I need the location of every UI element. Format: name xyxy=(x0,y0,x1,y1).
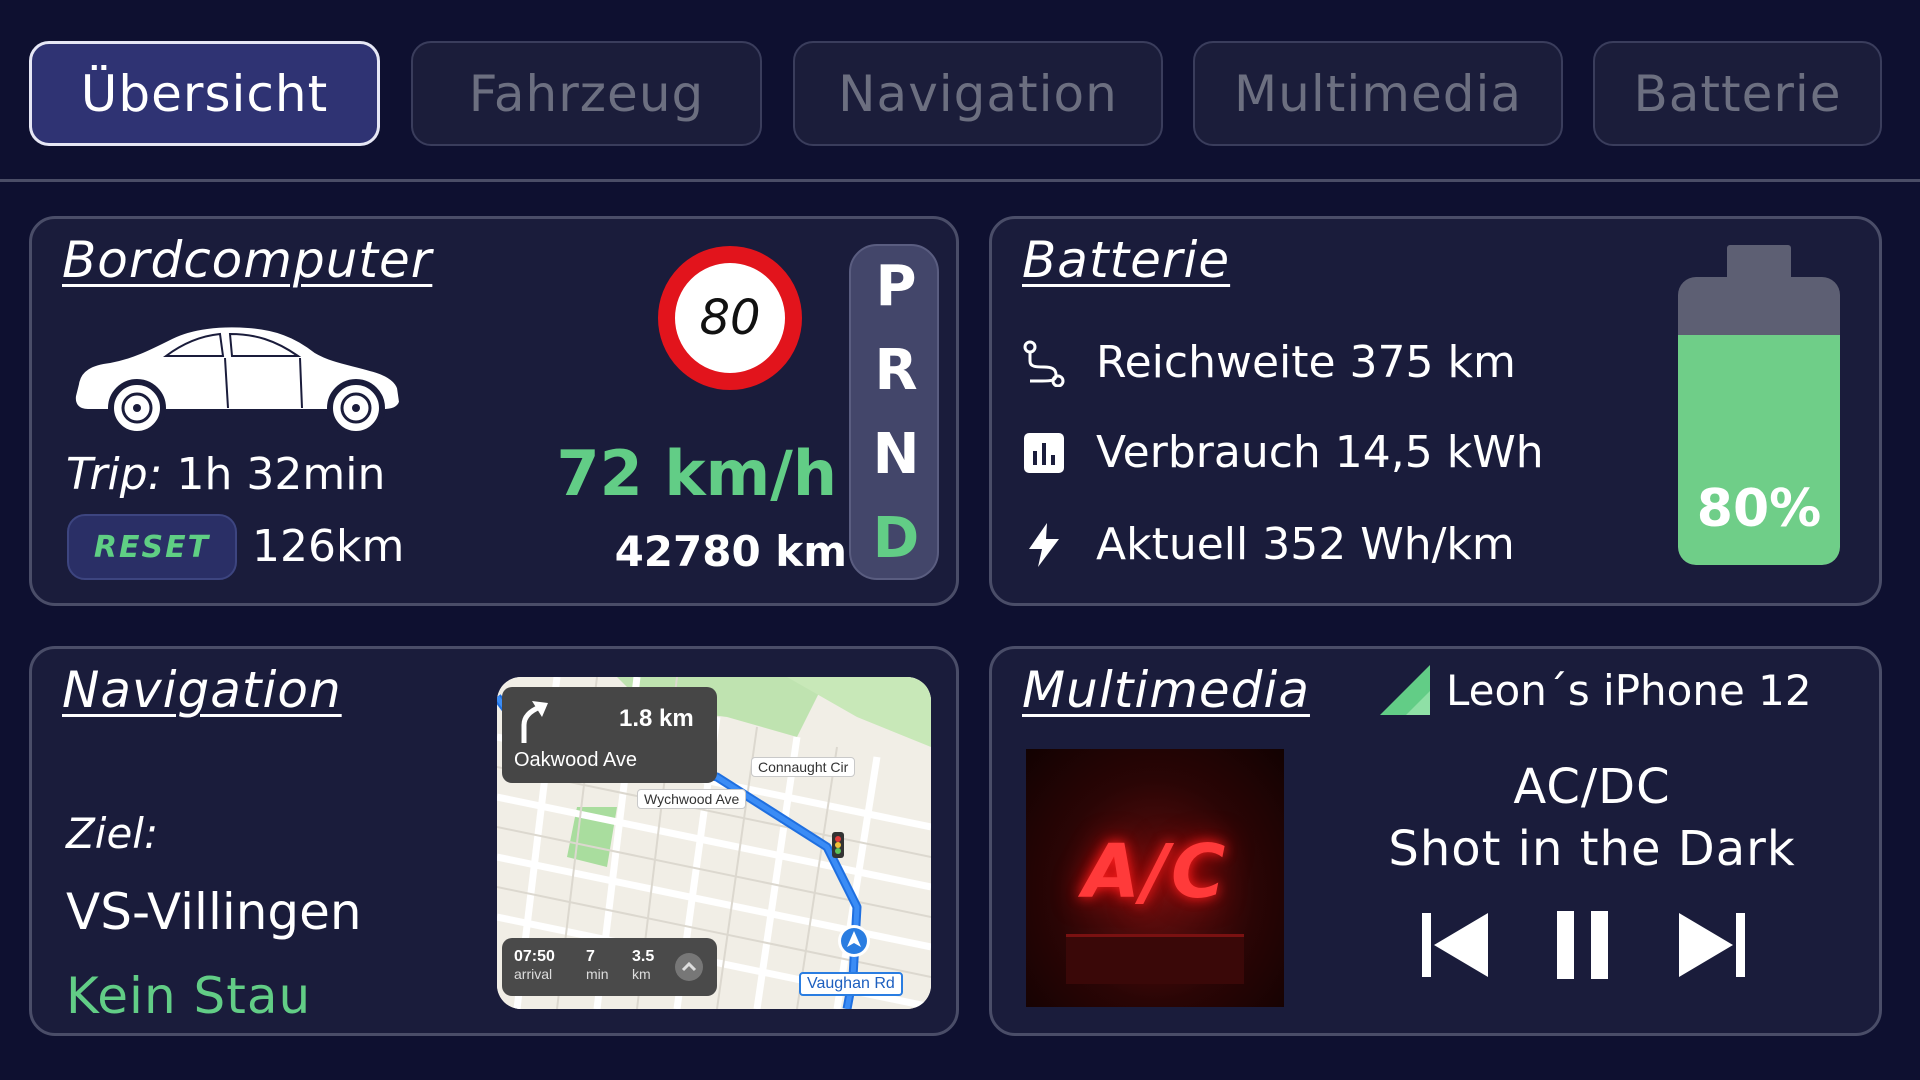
map-view[interactable]: Connaught Cir Wychwood Ave Vaughan Rd 1.… xyxy=(497,677,931,1009)
navigation-panel: Navigation Ziel: VS-Villingen Kein Stau xyxy=(29,646,959,1036)
tab-navigation[interactable]: Navigation xyxy=(793,41,1163,146)
traffic-status: Kein Stau xyxy=(66,967,312,1025)
destination-label: Ziel: xyxy=(66,809,159,858)
gear-selector: P R N D xyxy=(849,244,939,580)
range-text: Reichweite 375 km xyxy=(1096,337,1516,388)
speed-limit-sign: 80 xyxy=(658,246,802,390)
bordcomputer-title: Bordcomputer xyxy=(62,231,433,289)
tab-divider xyxy=(0,179,1920,182)
gear-d: D xyxy=(872,506,920,571)
gear-r: R xyxy=(874,338,918,403)
speed-limit-value: 80 xyxy=(699,290,761,346)
eta-minutes-unit: min xyxy=(586,966,609,982)
reset-button[interactable]: RESET xyxy=(67,514,237,580)
eta-minutes-value: 7 xyxy=(586,948,595,965)
album-cover: A/C xyxy=(1026,749,1284,1007)
battery-gauge: 80% xyxy=(1678,245,1840,565)
range-row: Reichweite 375 km xyxy=(1022,337,1516,388)
tab-uebersicht[interactable]: Übersicht xyxy=(29,41,380,146)
batterie-panel: Batterie Reichweite 375 km Verbrauch 14,… xyxy=(989,216,1882,606)
current-usage-text: Aktuell 352 Wh/km xyxy=(1096,519,1515,570)
tab-batterie[interactable]: Batterie xyxy=(1593,41,1882,146)
tab-fahrzeug[interactable]: Fahrzeug xyxy=(411,41,762,146)
connected-device[interactable]: Leon´s iPhone 12 xyxy=(1378,663,1812,717)
next-track-button[interactable] xyxy=(1677,909,1747,981)
next-icon xyxy=(1679,913,1745,977)
multimedia-panel: Multimedia Leon´s iPhone 12 A/C AC/DC Sh… xyxy=(989,646,1882,1036)
pause-icon xyxy=(1557,911,1608,979)
odometer: 42780 km xyxy=(614,527,847,576)
destination-value: VS-Villingen xyxy=(66,883,362,941)
trip-value: 1h 32min xyxy=(176,449,386,500)
tab-multimedia[interactable]: Multimedia xyxy=(1193,41,1563,146)
current-speed: 72 km/h xyxy=(556,437,837,510)
bordcomputer-panel: Bordcomputer Trip: 1h 32min RESET 126km … xyxy=(29,216,959,606)
expand-icon[interactable] xyxy=(675,953,703,981)
eta-distance-value: 3.5 xyxy=(632,948,655,965)
gear-p: P xyxy=(875,254,917,319)
consumption-text: Verbrauch 14,5 kWh xyxy=(1096,427,1544,478)
track-title: Shot in the Dark xyxy=(1388,821,1796,877)
gear-n: N xyxy=(872,422,920,487)
navigation-title: Navigation xyxy=(62,661,342,719)
chart-icon xyxy=(1022,431,1066,475)
eta-arrival-value: 07:50 xyxy=(514,948,555,965)
eta-arrival-unit: arrival xyxy=(514,966,553,982)
eta-distance-unit: km xyxy=(632,966,651,982)
map-street-label: Vaughan Rd xyxy=(799,972,903,996)
battery-cap xyxy=(1727,245,1791,279)
map-street-label: Connaught Cir xyxy=(751,757,856,777)
lightning-icon xyxy=(1022,522,1066,567)
multimedia-title: Multimedia xyxy=(1022,661,1310,719)
track-artist: AC/DC xyxy=(1513,759,1671,815)
batterie-title: Batterie xyxy=(1022,231,1231,289)
album-logo: A/C xyxy=(1082,829,1228,915)
turn-instruction-card: 1.8 km Oakwood Ave xyxy=(502,687,717,783)
trip-distance: 126km xyxy=(252,521,405,572)
trip-time: Trip: 1h 32min xyxy=(66,449,385,500)
turn-right-icon xyxy=(521,701,548,743)
eta-card: 07:50 arrival 7 min 3.5 km xyxy=(502,938,717,996)
pause-button[interactable] xyxy=(1555,909,1611,981)
tab-bar: Übersicht Fahrzeug Navigation Multimedia… xyxy=(0,0,1920,182)
turn-street: Oakwood Ave xyxy=(514,749,638,771)
turn-distance: 1.8 km xyxy=(619,705,694,732)
previous-icon xyxy=(1422,913,1488,977)
consumption-row: Verbrauch 14,5 kWh xyxy=(1022,427,1544,478)
album-stage xyxy=(1066,934,1244,984)
previous-track-button[interactable] xyxy=(1420,909,1490,981)
eta-distance: 3.5 km xyxy=(632,948,654,982)
current-usage-row: Aktuell 352 Wh/km xyxy=(1022,519,1515,570)
map-street-label: Wychwood Ave xyxy=(637,789,747,809)
route-icon xyxy=(1022,340,1066,387)
battery-percent: 80% xyxy=(1696,479,1822,539)
eta-minutes: 7 min xyxy=(586,948,609,982)
eta-arrival: 07:50 arrival xyxy=(514,948,555,982)
trip-label: Trip: xyxy=(66,449,163,500)
signal-icon xyxy=(1380,665,1430,715)
device-name: Leon´s iPhone 12 xyxy=(1446,665,1812,715)
car-icon xyxy=(73,325,402,432)
